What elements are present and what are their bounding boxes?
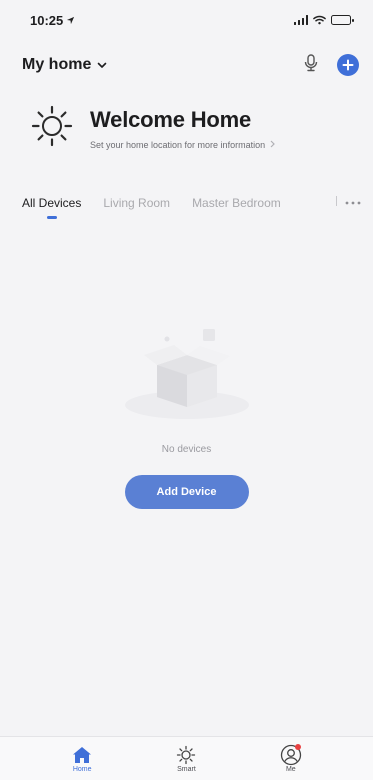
header: My home — [0, 50, 373, 80]
tabbar-label: Smart — [177, 766, 196, 773]
add-device-button[interactable]: Add Device — [124, 475, 249, 509]
smart-sun-icon — [175, 744, 197, 766]
sun-icon — [30, 104, 74, 153]
tabbar-item-home[interactable]: Home — [52, 744, 112, 773]
tabbar-item-smart[interactable]: Smart — [156, 744, 216, 773]
tabbar-label: Me — [285, 766, 296, 773]
tabbar-item-me[interactable]: Me — [261, 744, 321, 773]
more-icon[interactable] — [345, 194, 361, 208]
chevron-right-icon — [270, 140, 275, 150]
wifi-icon — [313, 13, 326, 28]
tab-label: Master Bedroom — [192, 196, 281, 210]
home-icon — [71, 744, 93, 766]
tab-label: All Devices — [22, 196, 82, 210]
tab-label: Living Room — [103, 196, 171, 210]
no-devices-message: No devices — [161, 444, 212, 455]
battery-icon — [331, 15, 354, 25]
welcome-title: Welcome Home — [90, 106, 252, 132]
home-selector[interactable]: My home — [22, 56, 107, 74]
chevron-down-icon — [97, 56, 107, 74]
active-tab-indicator — [46, 216, 57, 219]
status-icons — [293, 13, 354, 28]
welcome-subtitle: Set your home location for more informat… — [90, 139, 266, 150]
header-actions — [303, 53, 359, 78]
welcome-text: Welcome Home Set your home location for … — [90, 107, 275, 150]
empty-box-icon — [112, 315, 262, 430]
tab-overflow-divider — [336, 196, 337, 206]
tab-overflow — [336, 194, 361, 208]
signal-icon — [293, 15, 308, 25]
status-time-group: 10:25 — [30, 13, 75, 28]
status-time: 10:25 — [30, 12, 64, 28]
microphone-icon[interactable] — [303, 53, 319, 78]
tab-all-devices[interactable]: All Devices — [22, 192, 82, 219]
status-bar: 10:25 — [0, 0, 373, 40]
welcome-banner[interactable]: Welcome Home Set your home location for … — [30, 98, 360, 158]
room-tabs: All Devices Living Room Master Bedroom — [0, 192, 373, 228]
home-name: My home — [22, 56, 92, 73]
tabbar-label: Home — [72, 766, 92, 773]
profile-icon — [280, 744, 302, 766]
empty-state: No devices Add Device — [0, 315, 373, 509]
location-arrow-icon — [66, 13, 75, 28]
add-icon[interactable] — [337, 54, 359, 76]
bottom-tab-bar: Home Smart Me — [0, 736, 373, 780]
tab-living-room[interactable]: Living Room — [103, 192, 170, 210]
welcome-subtitle-row: Set your home location for more informat… — [90, 140, 275, 150]
tab-master-bedroom[interactable]: Master Bedroom — [192, 192, 281, 210]
notification-dot — [294, 744, 301, 750]
